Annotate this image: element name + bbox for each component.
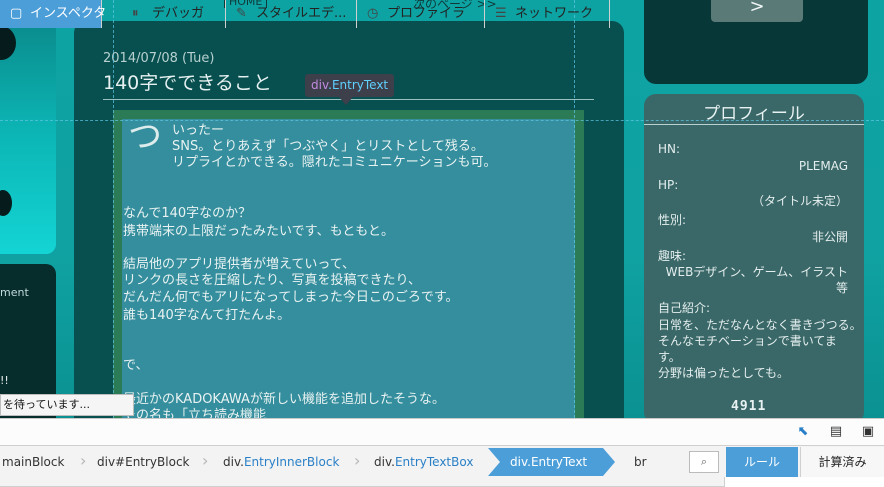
profile-hobby-label: 趣味: [658, 249, 687, 263]
console-icon[interactable]: ▤ [828, 424, 844, 440]
entry-date: 2014/07/08 (Tue) [103, 51, 215, 66]
rules-panel [724, 477, 884, 487]
search-icon: ⌕ [700, 455, 708, 468]
profile-gender-value: 非公開 [811, 230, 848, 244]
entry-line: SNS。とりあえず「つぶやく」とリストとして残る。 [172, 139, 484, 154]
profile-gender-label: 性別: [658, 213, 687, 227]
entry-line: リプライとかできる。隠れたコミュニケーションも可。 [172, 155, 497, 170]
status-popup: を待っています... [0, 394, 134, 416]
pick-element-icon[interactable]: ⬉ [795, 424, 811, 440]
tab-label: インスペクタ [30, 6, 107, 21]
entry-line: 結局他のアプリ提供者が増えていって、 [123, 257, 356, 272]
breadcrumb-tag: div# [97, 455, 126, 469]
breadcrumb-separator: › [202, 451, 209, 470]
tab-label: デバッガ [152, 6, 205, 21]
stopwatch-icon: ◷ [367, 6, 379, 21]
network-icon: ☰ [495, 6, 507, 21]
entry-line: で、 [123, 358, 149, 373]
breadcrumb-separator: › [354, 451, 361, 470]
profile-intro-line: 日常を、ただなんとなく書きづつる。 [658, 318, 862, 332]
tab-label: ネットワーク [515, 6, 594, 21]
tab-style-editor[interactable]: ✎ スタイルエデ... [226, 0, 357, 28]
entry-drop-cap: つ [128, 117, 162, 157]
breadcrumb-separator: › [80, 451, 87, 470]
tab-label: プロファイラ [387, 6, 466, 21]
entry-line: 誰も140字なんて打たんよ。 [123, 308, 291, 323]
tooltip-arrow [339, 97, 353, 105]
tooltip-tag: div [311, 78, 329, 92]
entry-line: 携帯端末の上限だったみたいです、もともと。 [123, 224, 395, 239]
tooltip-class: .EntryText [328, 78, 389, 92]
breadcrumb-class: EntryBlock [125, 455, 190, 469]
inspector-guide [0, 120, 884, 121]
entry-line: リンクの長さを圧縮したり、写真を投稿できたり、 [123, 273, 421, 288]
next-arrow-button[interactable]: > [711, 0, 803, 22]
dock-icon[interactable]: ▣ [860, 424, 876, 440]
left-text: !! [0, 374, 9, 387]
profile-intro-label: 自己紹介: [658, 301, 711, 315]
profile-hp-label: HP: [658, 178, 679, 192]
tab-debugger[interactable]: ⏸ デバッガ [122, 0, 226, 28]
profile-intro-line: そんなモチベーションで書いてま [658, 334, 837, 348]
left-text: ment [0, 286, 29, 299]
breadcrumb-item[interactable]: div#EntryBlock [97, 448, 190, 476]
inspector-guide [113, 0, 114, 418]
breadcrumb-tag: br [634, 455, 647, 469]
entry-line: いったー [172, 123, 225, 138]
entry-title[interactable]: 140字でできること [103, 68, 272, 95]
breadcrumb-class: EntryText [530, 455, 588, 469]
profile-divider [644, 124, 864, 125]
breadcrumb-tag: div. [374, 455, 395, 469]
tab-computed[interactable]: 計算済み [800, 447, 884, 477]
breadcrumb-tag: div. [223, 455, 244, 469]
entry-line: だんだん何でもアリになってしまった今日このごろです。 [123, 290, 459, 305]
tab-network[interactable]: ☰ ネットワーク [485, 0, 610, 28]
pencil-icon: ✎ [236, 6, 247, 21]
inspector-icon: ▢ [10, 6, 23, 21]
breadcrumb-class: mainBlock [2, 455, 65, 469]
tab-rules[interactable]: ルール [726, 447, 798, 477]
breadcrumb-item[interactable]: div.EntryInnerBlock [223, 448, 339, 476]
visitor-counter: 4911 [731, 399, 767, 414]
entry-line: 最近かのKADOKAWAが新しい機能を追加したそうな。 [123, 392, 445, 407]
inspector-tooltip: div.EntryText [305, 74, 395, 97]
devtools-toolbar [0, 418, 884, 446]
profile-hp-value: （タイトル未定） [751, 194, 848, 208]
tab-label: スタイルエデ... [256, 6, 347, 21]
breadcrumb-search-button[interactable]: ⌕ [689, 451, 719, 473]
tab-inspector[interactable]: ▢ インスペクタ [0, 0, 106, 28]
entry-line: なんで140字なのか？ [123, 206, 252, 221]
breadcrumb-tag: div. [510, 455, 531, 469]
breadcrumb-class: EntryTextBox [394, 455, 474, 469]
breadcrumb-item-active[interactable]: div.EntryText [488, 448, 615, 476]
profile-hobby-value: 等 [835, 281, 848, 295]
breadcrumb-class: EntryInnerBlock [243, 455, 340, 469]
breadcrumb-item[interactable]: br [634, 448, 647, 476]
profile-hobby-value: WEBデザイン、ゲーム、イラスト [665, 265, 848, 279]
pause-icon: ⏸ [132, 6, 139, 21]
profile-intro-line: す。 [658, 350, 681, 364]
breadcrumb-item[interactable]: div.EntryTextBox [374, 448, 473, 476]
inspector-guide [574, 0, 575, 418]
profile-hn-label: HN: [658, 142, 681, 156]
profile-hn-value: PLEMAG [798, 159, 848, 173]
breadcrumb-item[interactable]: mainBlock [2, 448, 64, 476]
tab-profiler[interactable]: ◷ プロファイラ [357, 0, 485, 28]
profile-intro-line: 分野は偏ったとしても。 [658, 366, 790, 380]
